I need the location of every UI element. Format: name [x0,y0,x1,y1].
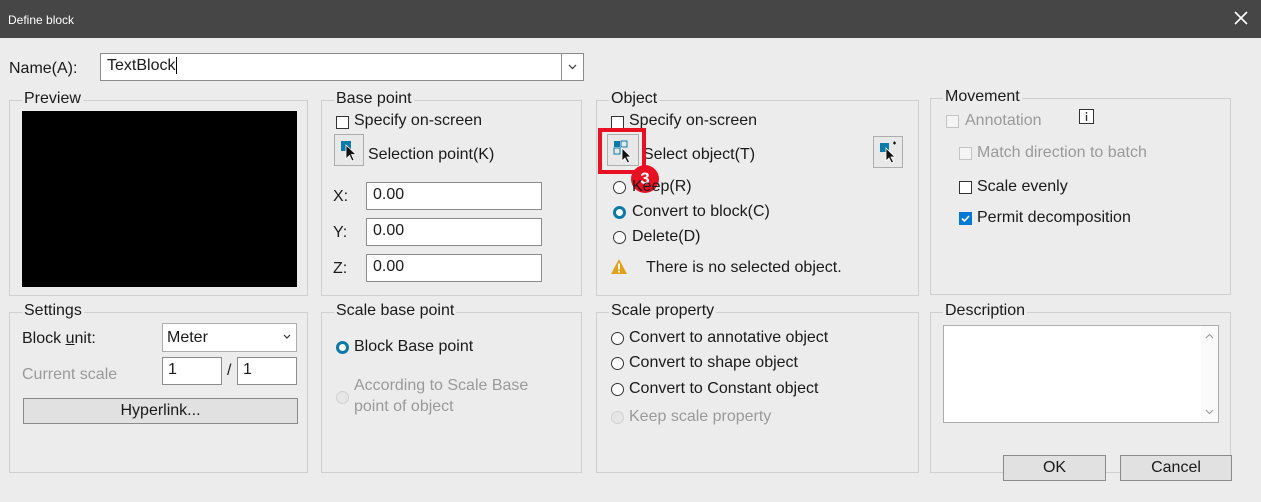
base-point-group: Base point Specify on-screen Selection p… [321,90,582,296]
preview-canvas [22,111,297,287]
select-object-label: Select object(T) [643,146,756,163]
z-value: 0.00 [373,258,405,275]
keep-radio[interactable] [613,181,626,194]
keep-label: Keep(R) [632,178,692,195]
annotation-label: Annotation [965,112,1042,129]
pick-point-button[interactable] [334,134,364,166]
match-direction-checkbox[interactable] [959,147,972,160]
name-label: Name(A): [9,60,78,77]
info-icon[interactable] [1079,109,1094,124]
block-unit-label: Block unit: [22,330,96,347]
chevron-down-icon [568,64,577,70]
match-direction-label: Match direction to batch [977,144,1147,161]
according-scale-base-label-line1: According to Scale Base [354,377,529,394]
scale-numerator-value: 1 [168,361,177,378]
title-bar: Define block [0,0,1261,38]
scale-denominator-input[interactable]: 1 [237,357,297,385]
preview-group: Preview [9,90,308,296]
description-group: Description [930,302,1231,473]
object-specify-label: Specify on-screen [629,112,758,129]
current-scale-label: Current scale [22,366,118,383]
cancel-button[interactable]: Cancel [1120,455,1232,481]
x-value: 0.00 [373,186,405,203]
annotative-object-radio[interactable] [611,332,624,345]
scale-property-group: Scale property Convert to annotative obj… [596,302,919,473]
convert-to-block-label: Convert to block(C) [632,203,770,220]
block-base-point-label: Block Base point [354,338,474,355]
scale-property-legend: Scale property [609,302,717,320]
according-scale-base-radio[interactable] [336,391,349,404]
permit-decomposition-checkbox[interactable] [959,212,972,225]
preview-legend: Preview [22,90,83,108]
base-point-legend: Base point [334,90,414,108]
warning-icon [611,259,627,274]
z-input[interactable]: 0.00 [366,254,542,282]
quick-select-button[interactable] [873,136,903,168]
selection-point-label: Selection point(K) [368,146,495,163]
z-label: Z: [333,260,348,277]
y-input[interactable]: 0.00 [366,218,542,246]
description-legend: Description [943,302,1028,320]
scale-separator: / [227,362,232,379]
no-selection-message: There is no selected object. [646,259,842,276]
delete-radio[interactable] [613,231,626,244]
hyperlink-button[interactable]: Hyperlink... [23,398,298,424]
x-label: X: [333,188,349,205]
y-value: 0.00 [373,222,405,239]
name-input[interactable]: TextBlock [100,53,562,81]
pick-point-icon [341,141,358,162]
block-base-point-radio[interactable] [336,341,349,354]
scale-numerator-input[interactable]: 1 [162,357,222,385]
object-legend: Object [609,90,660,108]
description-textarea[interactable] [943,325,1219,423]
scroll-up-icon[interactable] [1204,332,1215,340]
constant-object-label: Convert to Constant object [629,380,819,397]
y-label: Y: [333,224,348,241]
description-scrollbar[interactable] [1201,326,1218,422]
name-dropdown-button[interactable] [561,53,584,81]
annotation-checkbox[interactable] [946,115,959,128]
movement-legend: Movement [943,88,1022,106]
shape-object-label: Convert to shape object [629,354,798,371]
scale-base-point-group: Scale base point Block Base point Accord… [321,302,582,473]
block-unit-select[interactable]: Meter [162,323,297,352]
chevron-down-icon [283,334,291,339]
keep-scale-radio[interactable] [611,411,624,424]
constant-object-radio[interactable] [611,383,624,396]
according-scale-base-label-line2: point of object [354,398,454,415]
scale-evenly-label: Scale evenly [977,178,1068,195]
base-specify-checkbox[interactable] [336,116,349,129]
x-input[interactable]: 0.00 [366,182,542,210]
scroll-down-icon[interactable] [1204,408,1215,416]
settings-group: Settings Block unit: Meter Current scale… [9,302,308,473]
base-specify-label: Specify on-screen [354,112,483,129]
check-icon [961,215,970,223]
scale-denominator-value: 1 [243,361,252,378]
close-icon[interactable] [1229,6,1253,30]
convert-to-block-radio[interactable] [613,206,626,219]
shape-object-radio[interactable] [611,357,624,370]
block-unit-value: Meter [167,329,208,346]
scale-base-point-legend: Scale base point [334,302,457,320]
quick-select-icon [880,141,896,164]
ok-button[interactable]: OK [1003,455,1106,481]
object-group: Object Specify on-screen Select object(T… [596,90,919,296]
scale-evenly-checkbox[interactable] [959,181,972,194]
window-title: Define block [8,13,75,27]
delete-label: Delete(D) [632,228,701,245]
keep-scale-label: Keep scale property [629,408,772,425]
settings-legend: Settings [22,302,84,320]
permit-decomposition-label: Permit decomposition [977,209,1131,226]
define-block-dialog: Name(A): TextBlock Preview Base point Sp… [0,38,1261,502]
name-value: TextBlock [107,57,176,74]
annotative-object-label: Convert to annotative object [629,329,829,346]
movement-group: Movement Annotation Match direction to b… [930,88,1231,295]
